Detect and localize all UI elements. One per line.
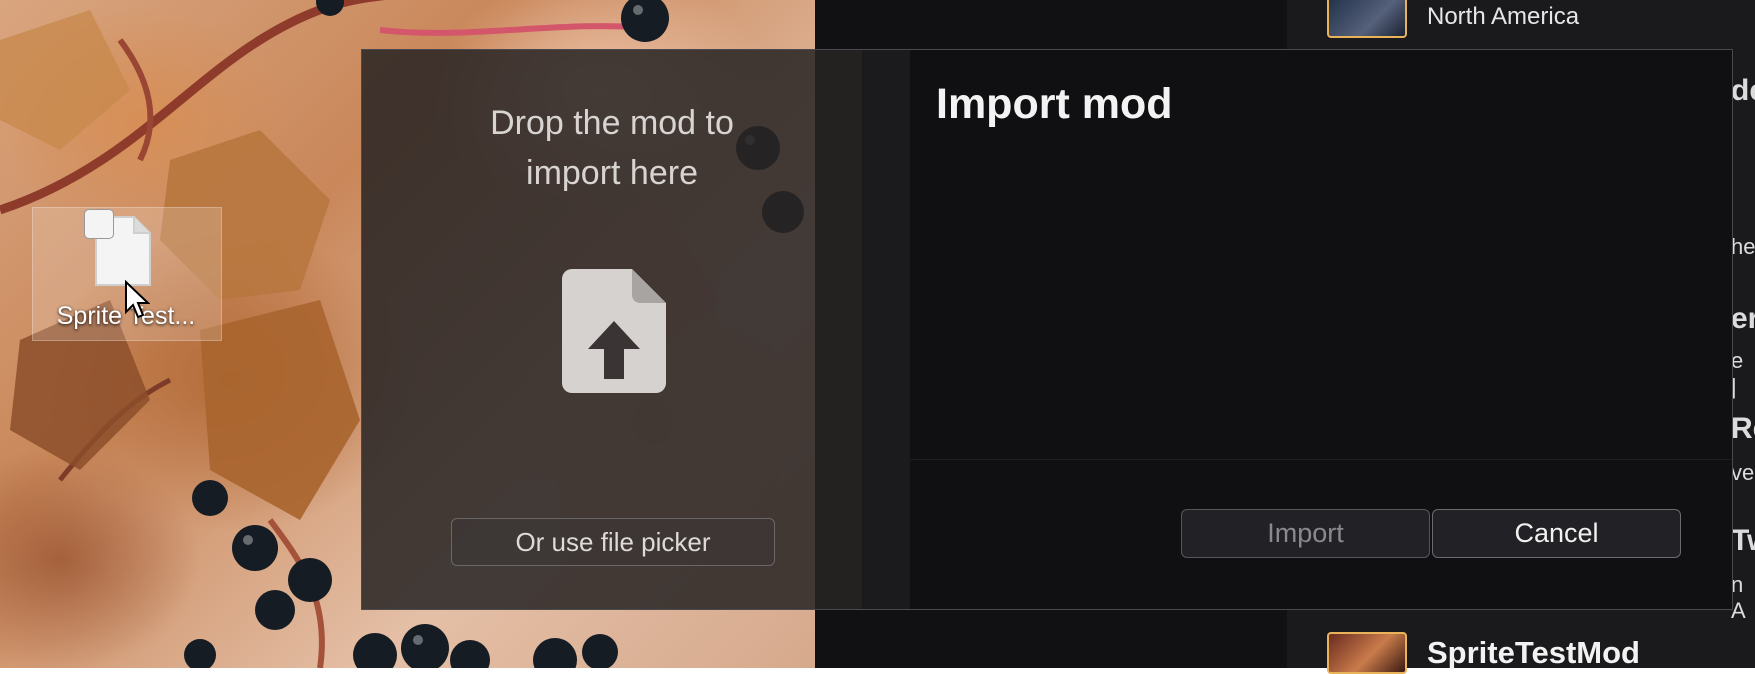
mouse-cursor-icon [125,280,150,319]
dialog-title: Import mod [936,80,1173,128]
import-mod-dialog: Drop the mod to import here Or use file … [361,49,1733,610]
file-picker-button[interactable]: Or use file picker [451,518,775,566]
edge-text: her [1731,234,1755,259]
drop-zone-title: Drop the mod to import here [422,98,802,198]
drop-zone[interactable]: Drop the mod to import here Or use file … [362,50,862,609]
dialog-divider [910,459,1732,460]
edge-text: ve [1731,460,1755,485]
edge-text: Tw [1731,524,1755,557]
edge-text: n A [1731,572,1746,623]
edge-text: de [1731,74,1755,107]
mod-list-item[interactable]: North America [1327,0,1579,38]
mod-region: North America [1427,3,1580,30]
mod-title: SpriteTestMod [1427,635,1640,670]
file-upload-icon [562,269,666,393]
edge-text: e | [1731,348,1744,399]
file-select-checkbox[interactable] [84,209,114,239]
dialog-gutter [862,50,910,609]
drop-title-line-2: import here [526,154,698,192]
cancel-button[interactable]: Cancel [1432,509,1681,558]
edge-text: er [1731,302,1755,335]
import-button[interactable]: Import [1181,509,1430,558]
edge-text: Re [1731,412,1755,445]
drop-title-line-1: Drop the mod to [490,104,734,142]
import-pane: Import mod Import Cancel [910,50,1732,609]
mod-thumbnail [1327,0,1407,38]
